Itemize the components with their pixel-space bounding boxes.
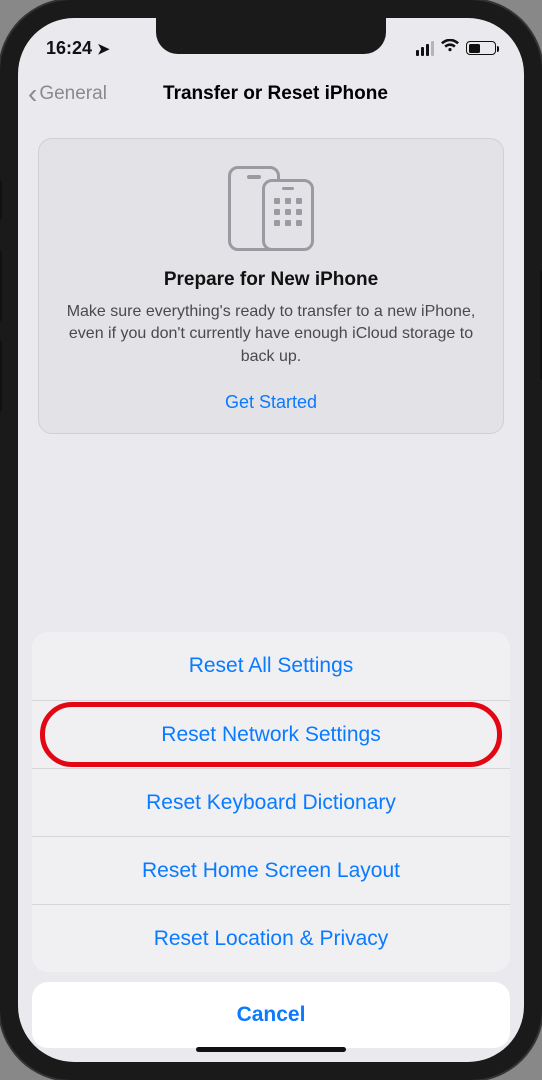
phone-frame: 16:24 ➤ ‹ General Transfer or Reset iPho… bbox=[0, 0, 542, 1080]
app-grid-icon bbox=[274, 198, 302, 226]
option-label: Reset All Settings bbox=[189, 654, 354, 678]
status-time: 16:24 ➤ bbox=[46, 38, 110, 59]
reset-all-settings-button[interactable]: Reset All Settings bbox=[32, 632, 510, 700]
home-indicator[interactable] bbox=[196, 1047, 346, 1052]
volume-up-button bbox=[0, 250, 2, 322]
cellular-icon bbox=[416, 41, 434, 56]
time-label: 16:24 bbox=[46, 38, 92, 58]
action-sheet: Reset All Settings Reset Network Setting… bbox=[18, 632, 524, 1062]
status-right bbox=[416, 38, 496, 58]
prepare-description: Make sure everything's ready to transfer… bbox=[59, 301, 483, 368]
mute-switch bbox=[0, 180, 2, 220]
reset-options-group: Reset All Settings Reset Network Setting… bbox=[32, 632, 510, 972]
location-icon: ➤ bbox=[97, 41, 110, 58]
get-started-button[interactable]: Get Started bbox=[59, 392, 483, 413]
prepare-card: Prepare for New iPhone Make sure everyth… bbox=[38, 138, 504, 434]
nav-bar: ‹ General Transfer or Reset iPhone bbox=[18, 68, 524, 120]
cancel-button[interactable]: Cancel bbox=[32, 982, 510, 1048]
chevron-left-icon: ‹ bbox=[28, 80, 37, 108]
page-title: Transfer or Reset iPhone bbox=[37, 83, 514, 105]
screen: 16:24 ➤ ‹ General Transfer or Reset iPho… bbox=[18, 18, 524, 1062]
option-label: Reset Network Settings bbox=[161, 723, 380, 747]
reset-home-screen-layout-button[interactable]: Reset Home Screen Layout bbox=[32, 836, 510, 904]
option-label: Reset Keyboard Dictionary bbox=[146, 791, 396, 815]
wifi-icon bbox=[440, 38, 460, 58]
prepare-title: Prepare for New iPhone bbox=[59, 269, 483, 291]
devices-illustration bbox=[59, 161, 483, 251]
cancel-group: Cancel bbox=[32, 982, 510, 1048]
cancel-label: Cancel bbox=[237, 1003, 306, 1027]
notch bbox=[156, 18, 386, 54]
reset-keyboard-dictionary-button[interactable]: Reset Keyboard Dictionary bbox=[32, 768, 510, 836]
content-area: Prepare for New iPhone Make sure everyth… bbox=[18, 120, 524, 452]
battery-icon bbox=[466, 41, 496, 55]
reset-location-privacy-button[interactable]: Reset Location & Privacy bbox=[32, 904, 510, 972]
option-label: Reset Location & Privacy bbox=[154, 927, 389, 951]
option-label: Reset Home Screen Layout bbox=[142, 859, 400, 883]
new-iphone-icon bbox=[262, 179, 314, 251]
reset-network-settings-button[interactable]: Reset Network Settings bbox=[32, 700, 510, 768]
volume-down-button bbox=[0, 340, 2, 412]
